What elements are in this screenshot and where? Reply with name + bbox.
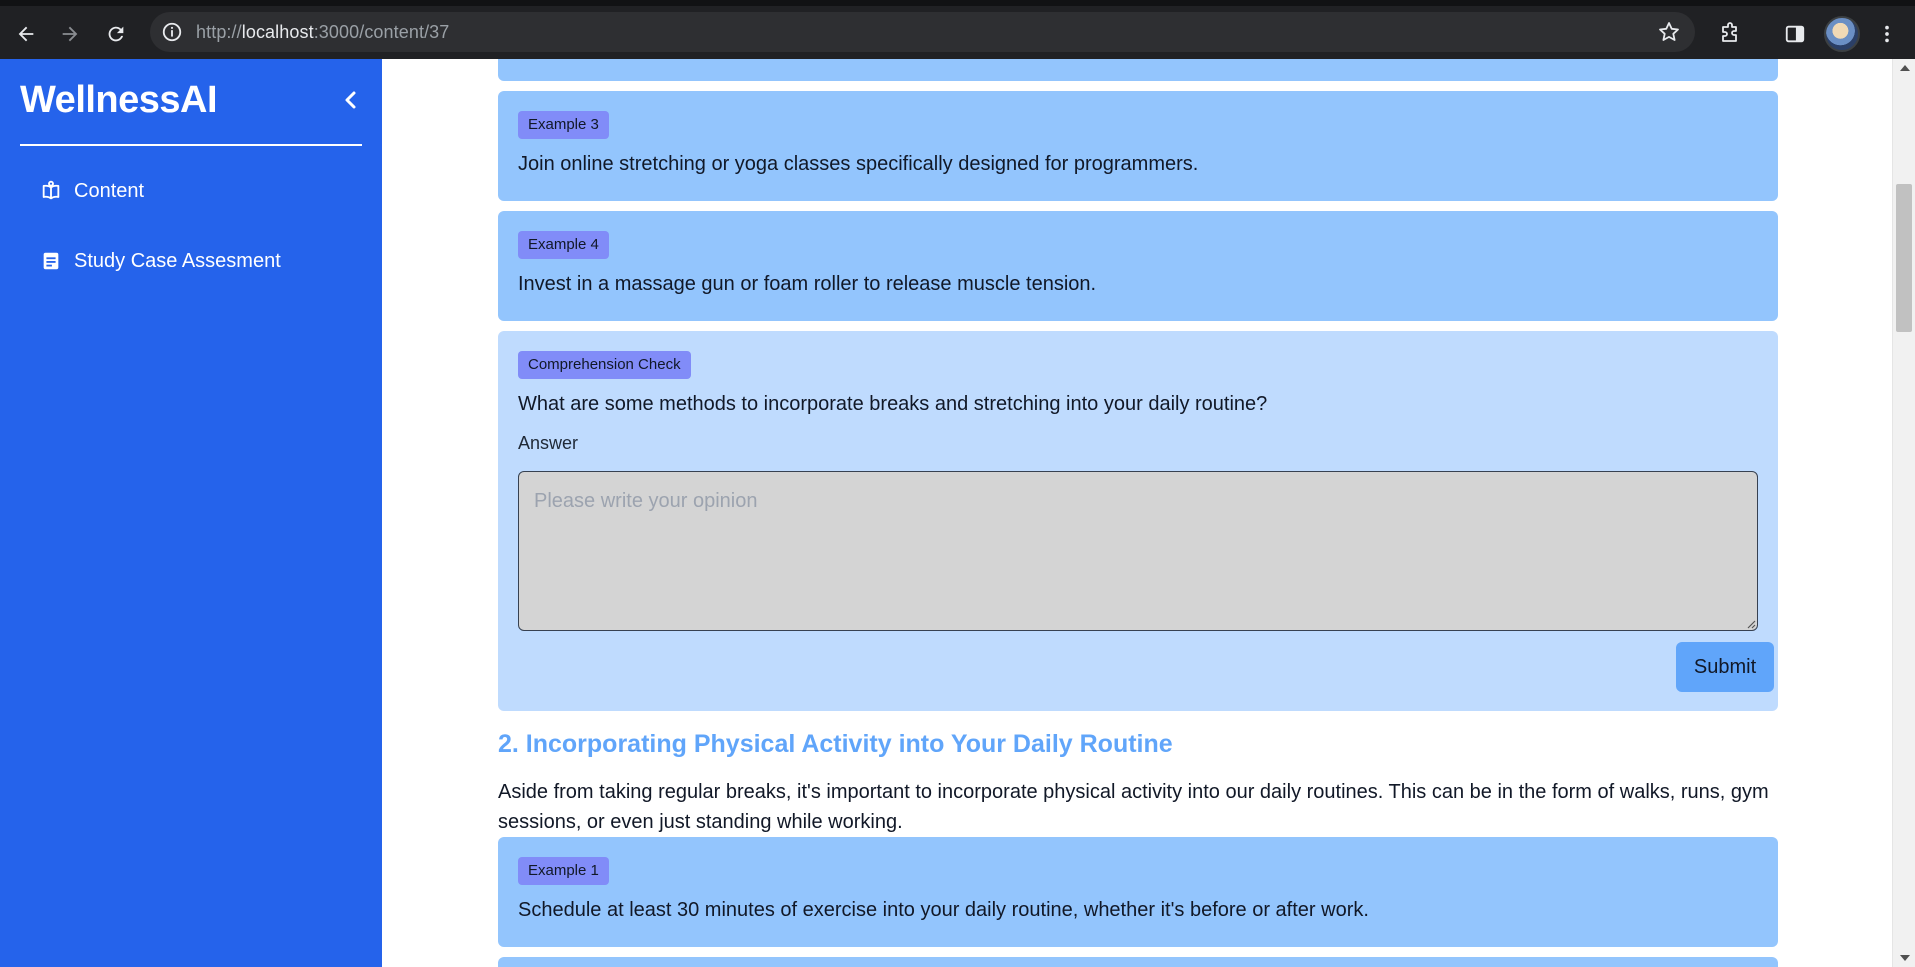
back-button[interactable] (11, 19, 41, 49)
answer-textarea[interactable] (518, 471, 1758, 631)
url-text[interactable]: http://localhost:3000/content/37 (196, 22, 449, 43)
document-icon (40, 250, 62, 272)
sidebar-item-study-case[interactable]: Study Case Assesment (40, 245, 281, 277)
puzzle-icon (1722, 22, 1737, 42)
site-info-icon[interactable] (160, 20, 184, 44)
sidebar-item-label: Content (74, 179, 145, 202)
chevron-left-icon (345, 91, 356, 109)
url-scheme: http:// (196, 22, 242, 42)
resize-grip-icon[interactable] (1746, 619, 1756, 629)
bookmark-star-icon[interactable] (1657, 20, 1681, 44)
collapse-sidebar-button[interactable] (338, 87, 364, 113)
example-text: Schedule at least 30 minutes of exercise… (518, 899, 1369, 921)
url-host: localhost (241, 22, 314, 42)
comprehension-question: What are some methods to incorporate bre… (518, 393, 1268, 415)
sidebar: WellnessAI Content Study Case Assesment (0, 59, 382, 967)
reload-icon (108, 26, 124, 42)
main-content: Example 3 Join online stretching or yoga… (382, 59, 1892, 967)
profile-avatar[interactable] (1824, 16, 1860, 52)
scroll-down-arrow-icon[interactable] (1900, 955, 1910, 961)
sidebar-item-label: Study Case Assesment (74, 249, 281, 272)
sidebar-item-content[interactable]: Content (40, 175, 144, 207)
side-panel-button[interactable] (1780, 19, 1810, 49)
example-card: Example 3 Join online stretching or yoga… (498, 91, 1778, 201)
example-text: Join online stretching or yoga classes s… (518, 153, 1199, 175)
comprehension-check-card: Comprehension Check What are some method… (498, 331, 1778, 711)
side-panel-icon (1785, 25, 1805, 43)
scroll-up-arrow-icon[interactable] (1900, 65, 1910, 71)
section-paragraph: Aside from taking regular breaks, it's i… (498, 781, 1769, 833)
example-card: Example 4 Invest in a massage gun or foa… (498, 211, 1778, 321)
example-card-partial (498, 957, 1778, 967)
example-text: Invest in a massage gun or foam roller t… (518, 273, 1097, 295)
brand-title: WellnessAI (20, 79, 218, 121)
submit-button[interactable]: Submit (1676, 642, 1774, 692)
browser-menu-button[interactable] (1872, 19, 1902, 49)
example-badge: Example 3 (518, 111, 609, 139)
forward-button[interactable] (55, 19, 85, 49)
page-scrollbar[interactable] (1892, 59, 1915, 967)
example-card: Example 1 Schedule at least 30 minutes o… (498, 837, 1778, 947)
browser-toolbar: http://localhost:3000/content/37 (0, 0, 1915, 59)
comprehension-badge: Comprehension Check (518, 351, 691, 379)
book-open-icon (40, 180, 62, 202)
url-path: :3000/content/37 (313, 22, 450, 42)
section-heading: 2. Incorporating Physical Activity into … (498, 730, 1173, 758)
arrow-left-icon (18, 26, 34, 42)
arrow-right-icon (62, 26, 78, 42)
example-card-partial (498, 59, 1778, 81)
reload-button[interactable] (101, 19, 131, 49)
extensions-button[interactable] (1715, 19, 1745, 49)
kebab-menu-icon (1885, 25, 1889, 43)
sidebar-divider (20, 144, 362, 146)
example-badge: Example 1 (518, 857, 609, 885)
answer-label: Answer (518, 433, 579, 453)
address-bar[interactable]: http://localhost:3000/content/37 (150, 12, 1695, 52)
example-badge: Example 4 (518, 231, 609, 259)
scrollbar-thumb[interactable] (1896, 184, 1912, 332)
